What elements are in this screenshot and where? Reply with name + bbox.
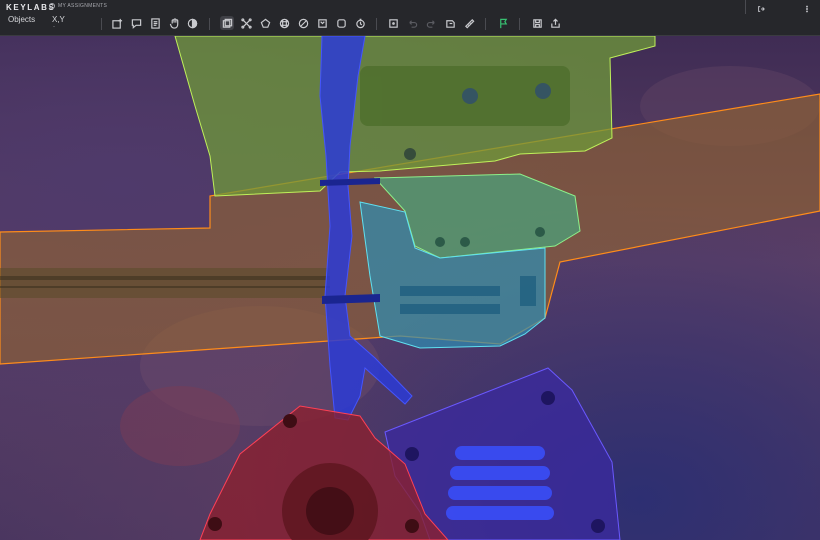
toolbar-divider bbox=[519, 18, 520, 30]
save-icon[interactable] bbox=[530, 16, 544, 30]
labeled-image bbox=[0, 36, 820, 540]
more-menu-icon[interactable] bbox=[800, 4, 814, 14]
add-object-icon[interactable] bbox=[110, 16, 124, 30]
flag-icon[interactable] bbox=[496, 16, 510, 30]
auto-label-icon[interactable] bbox=[443, 16, 457, 30]
xy-coordinate-readout: - bbox=[53, 24, 55, 30]
toolbar-divider bbox=[209, 18, 210, 30]
toolbar-divider bbox=[485, 18, 486, 30]
contrast-icon[interactable] bbox=[185, 16, 199, 30]
notes-icon[interactable] bbox=[148, 16, 162, 30]
keypoints-icon[interactable] bbox=[239, 16, 253, 30]
undo-icon[interactable] bbox=[405, 16, 419, 30]
timer-icon[interactable] bbox=[353, 16, 367, 30]
toolbar-divider bbox=[376, 18, 377, 30]
comment-icon[interactable] bbox=[129, 16, 143, 30]
brush-icon[interactable] bbox=[296, 16, 310, 30]
my-assignments-link[interactable]: MY ASSIGNMENTS bbox=[49, 3, 107, 9]
submit-icon[interactable] bbox=[548, 16, 562, 30]
tab-xy[interactable]: X,Y bbox=[52, 15, 65, 24]
bounding-box-icon[interactable] bbox=[220, 16, 234, 30]
cuboid-icon[interactable] bbox=[315, 16, 329, 30]
header-divider bbox=[745, 0, 746, 14]
annotation-canvas[interactable] bbox=[0, 36, 820, 540]
toolbar-divider bbox=[101, 18, 102, 30]
my-assignments-label: MY ASSIGNMENTS bbox=[58, 3, 108, 9]
crop-icon[interactable] bbox=[386, 16, 400, 30]
polygon-icon[interactable] bbox=[258, 16, 272, 30]
annotation-app: KEYLABS MY ASSIGNMENTS Objects X,Y - bbox=[0, 0, 820, 540]
logout-icon[interactable] bbox=[754, 4, 768, 14]
pan-hand-icon[interactable] bbox=[167, 16, 181, 30]
ruler-icon[interactable] bbox=[462, 16, 476, 30]
segment-icon[interactable] bbox=[334, 16, 348, 30]
tab-objects[interactable]: Objects bbox=[8, 15, 35, 24]
redo-icon[interactable] bbox=[424, 16, 438, 30]
assignments-icon bbox=[49, 3, 55, 9]
top-toolbar: KEYLABS MY ASSIGNMENTS Objects X,Y - bbox=[0, 0, 820, 36]
pattern-icon[interactable] bbox=[277, 16, 291, 30]
